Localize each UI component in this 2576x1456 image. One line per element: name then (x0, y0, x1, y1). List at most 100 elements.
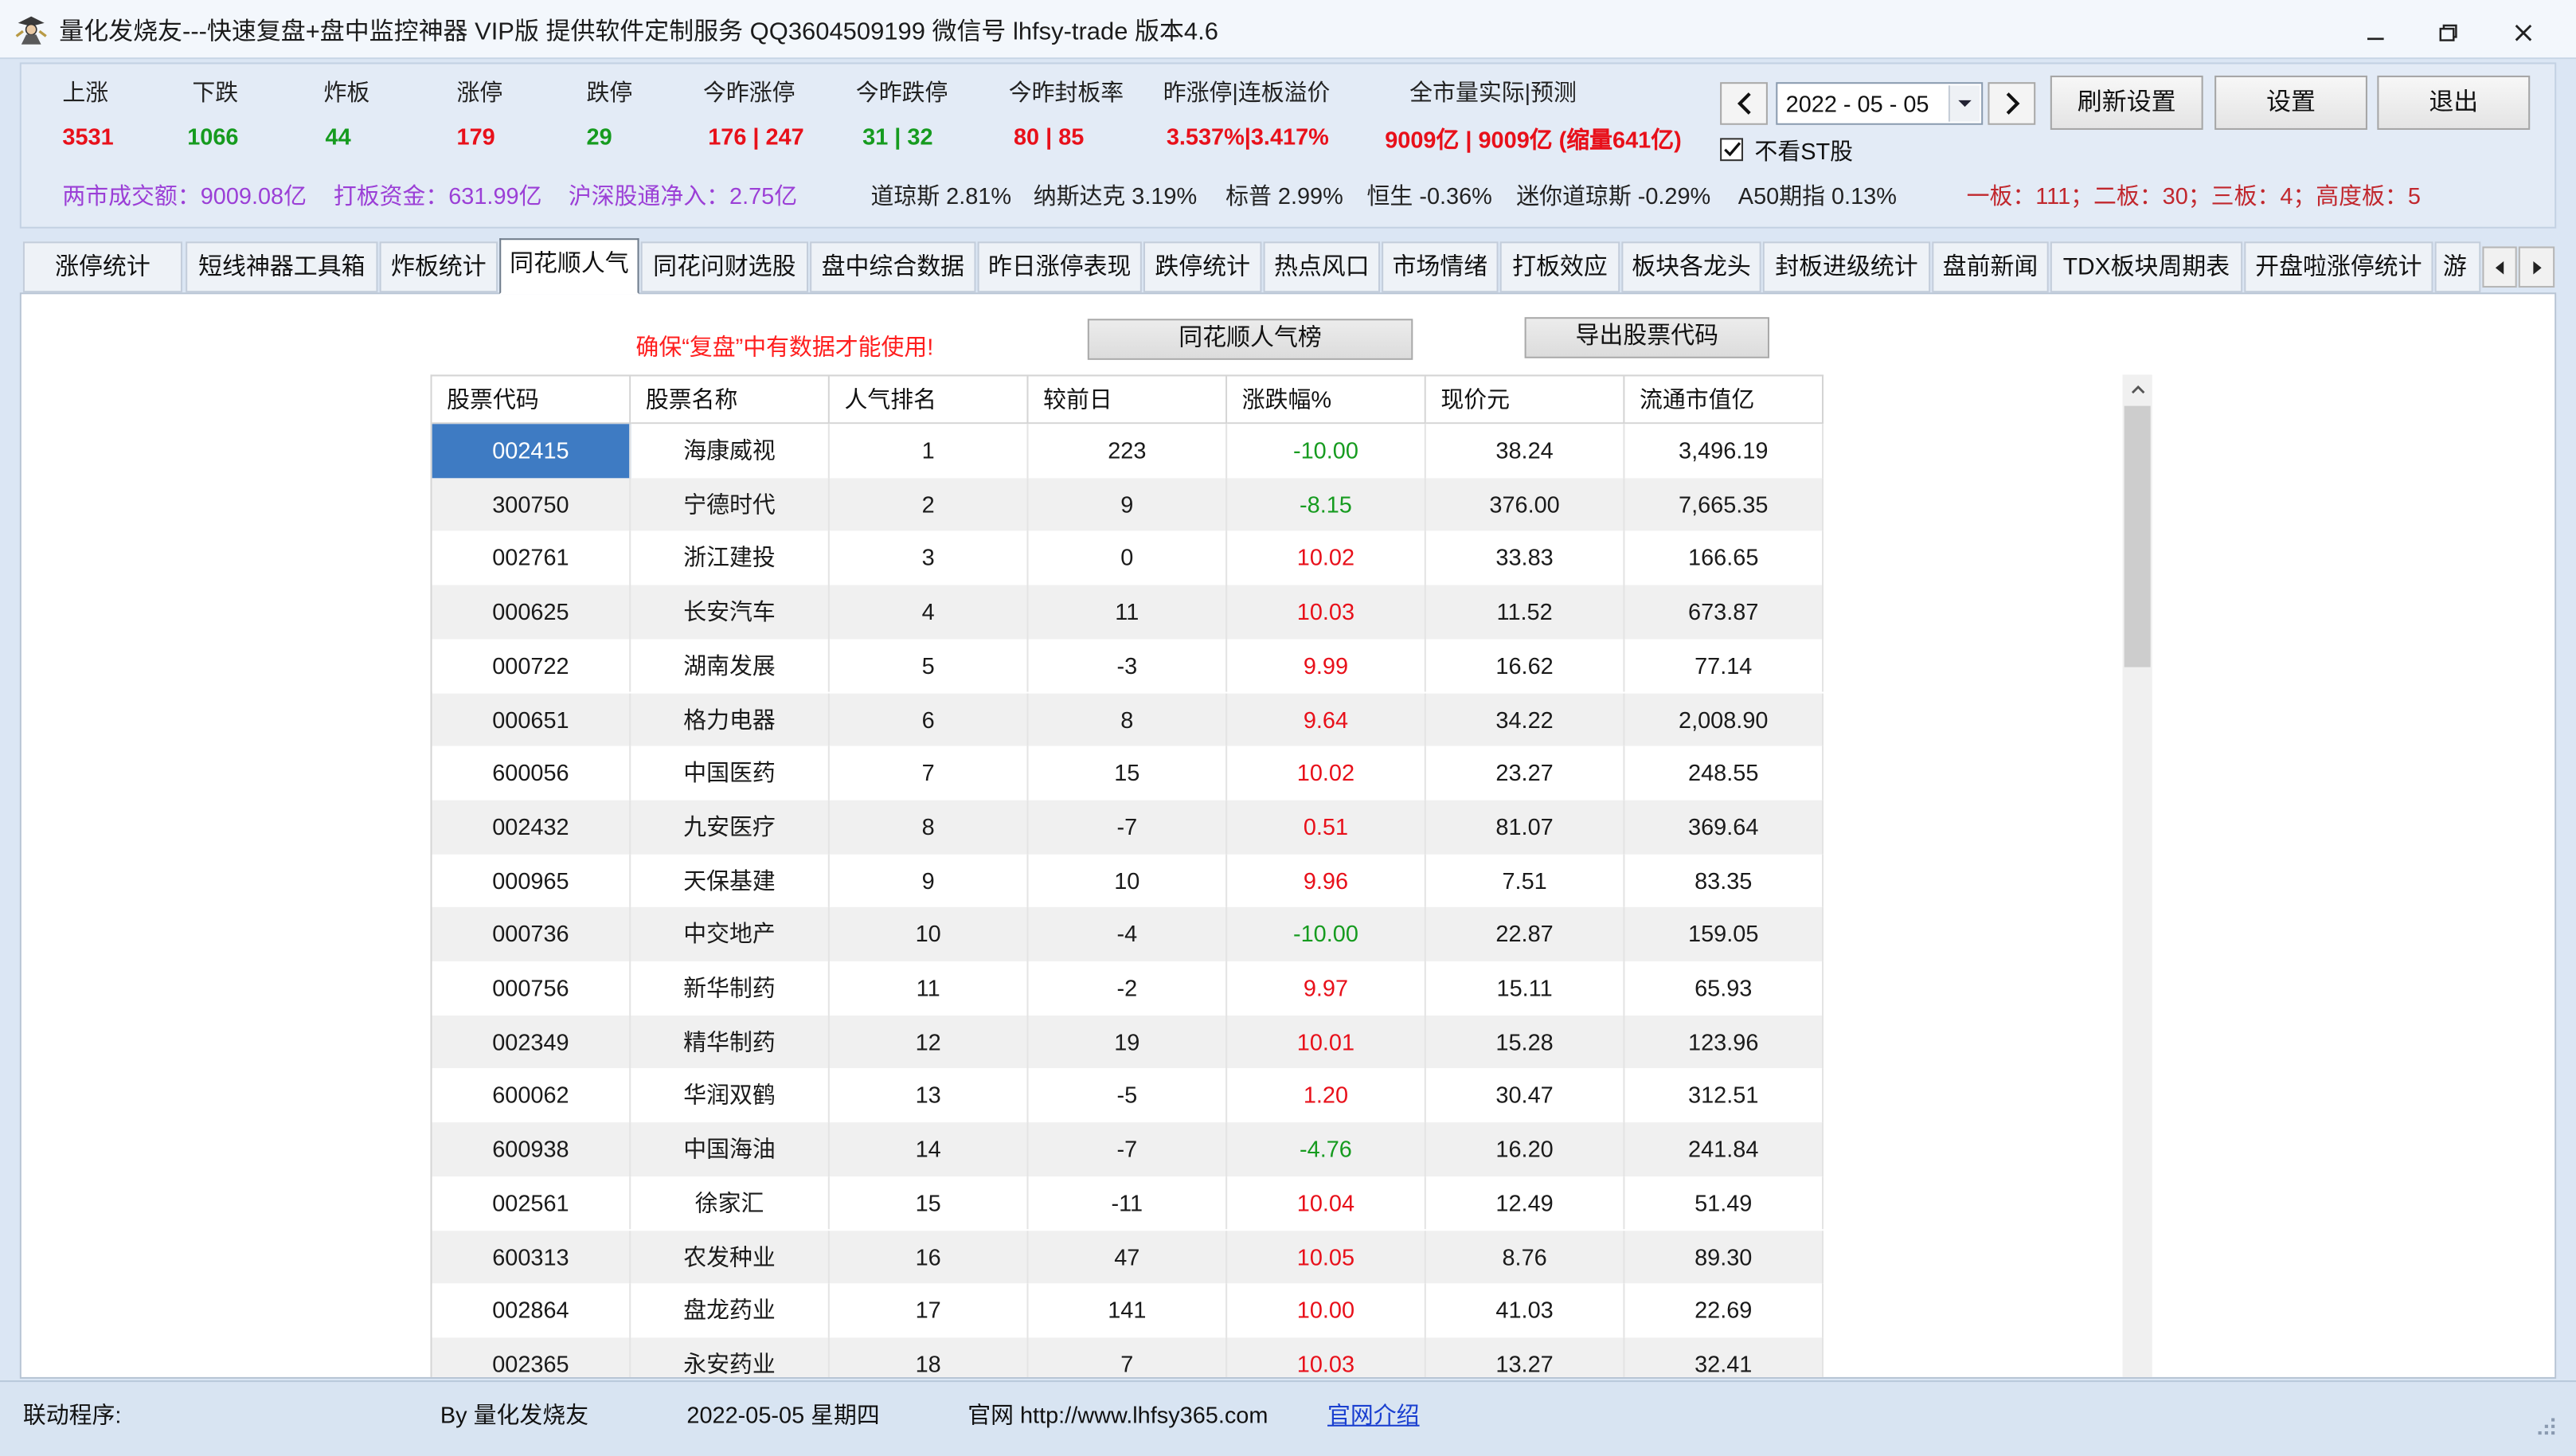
prev-date-button[interactable] (1720, 82, 1768, 125)
pct-change-cell[interactable]: 10.02 (1227, 746, 1426, 800)
stock-name-cell[interactable]: 中国医药 (631, 746, 830, 800)
rank-change-cell[interactable]: 19 (1029, 1015, 1228, 1069)
date-dropdown-button[interactable] (1948, 85, 1980, 122)
stock-name-cell[interactable]: 湖南发展 (631, 639, 830, 693)
stock-name-cell[interactable]: 精华制药 (631, 1015, 830, 1069)
price-cell[interactable]: 41.03 (1426, 1283, 1625, 1338)
pct-change-cell[interactable]: 10.04 (1227, 1176, 1426, 1231)
float-cap-cell[interactable]: 312.51 (1624, 1068, 1824, 1123)
table-row[interactable]: 000736 中交地产 10 -4 -10.00 22.87 159.05 (432, 907, 1824, 961)
column-header-code[interactable]: 股票代码 (432, 376, 631, 425)
table-row[interactable]: 000756 新华制药 11 -2 9.97 15.11 65.93 (432, 961, 1824, 1016)
table-row[interactable]: 600313 农发种业 16 47 10.05 8.76 89.30 (432, 1230, 1824, 1284)
pct-change-cell[interactable]: -4.76 (1227, 1122, 1426, 1176)
price-cell[interactable]: 15.28 (1426, 1015, 1625, 1069)
tab-premarket-news[interactable]: 盘前新闻 (1932, 241, 2049, 293)
stock-name-cell[interactable]: 宁德时代 (631, 477, 830, 532)
price-cell[interactable]: 22.87 (1426, 907, 1625, 961)
popularity-rank-cell[interactable]: 18 (830, 1337, 1029, 1377)
table-row[interactable]: 600938 中国海油 14 -7 -4.76 16.20 241.84 (432, 1122, 1824, 1176)
rank-change-cell[interactable]: 223 (1029, 424, 1228, 478)
float-cap-cell[interactable]: 65.93 (1624, 961, 1824, 1016)
price-cell[interactable]: 16.20 (1426, 1122, 1625, 1176)
float-cap-cell[interactable]: 89.30 (1624, 1230, 1824, 1284)
stock-name-cell[interactable]: 永安药业 (631, 1337, 830, 1377)
stock-name-cell[interactable]: 华润双鹤 (631, 1068, 830, 1123)
rank-change-cell[interactable]: 10 (1029, 853, 1228, 908)
float-cap-cell[interactable]: 673.87 (1624, 585, 1824, 640)
float-cap-cell[interactable]: 32.41 (1624, 1337, 1824, 1377)
exit-button[interactable]: 退出 (2377, 75, 2531, 130)
stock-name-cell[interactable]: 海康威视 (631, 424, 830, 478)
tab-limit-up-stats[interactable]: 涨停统计 (22, 241, 183, 293)
price-cell[interactable]: 38.24 (1426, 424, 1625, 478)
column-header-price[interactable]: 现价元 (1425, 376, 1625, 425)
stock-name-cell[interactable]: 农发种业 (631, 1230, 830, 1284)
float-cap-cell[interactable]: 77.14 (1624, 639, 1824, 693)
date-picker[interactable]: 2022 - 05 - 05 (1776, 82, 1984, 125)
float-cap-cell[interactable]: 7,665.35 (1624, 477, 1824, 532)
price-cell[interactable]: 30.47 (1426, 1068, 1625, 1123)
float-cap-cell[interactable]: 241.84 (1624, 1122, 1824, 1176)
price-cell[interactable]: 34.22 (1426, 692, 1625, 747)
stock-name-cell[interactable]: 新华制药 (631, 961, 830, 1016)
rank-change-cell[interactable]: -7 (1029, 800, 1228, 854)
column-header-name[interactable]: 股票名称 (631, 376, 830, 425)
pct-change-cell[interactable]: 10.03 (1227, 1337, 1426, 1377)
stock-code-cell[interactable]: 000625 (432, 585, 631, 640)
price-cell[interactable]: 81.07 (1426, 800, 1625, 854)
popularity-rank-cell[interactable]: 7 (830, 746, 1029, 800)
maximize-button[interactable] (2426, 15, 2469, 51)
float-cap-cell[interactable]: 123.96 (1624, 1015, 1824, 1069)
stock-code-cell[interactable]: 002415 (432, 424, 631, 478)
popularity-rank-cell[interactable]: 6 (830, 692, 1029, 747)
stock-name-cell[interactable]: 长安汽车 (631, 585, 830, 640)
column-header-float-cap[interactable]: 流通市值亿 (1624, 376, 1824, 425)
tab-wencai-picker[interactable]: 同花问财选股 (640, 241, 809, 293)
resize-grip[interactable] (2533, 1413, 2556, 1436)
pct-change-cell[interactable]: -10.00 (1227, 424, 1426, 478)
stock-name-cell[interactable]: 格力电器 (631, 692, 830, 747)
popularity-rank-cell[interactable]: 4 (830, 585, 1029, 640)
pct-change-cell[interactable]: -10.00 (1227, 907, 1426, 961)
pct-change-cell[interactable]: 10.03 (1227, 585, 1426, 640)
popularity-rank-cell[interactable]: 8 (830, 800, 1029, 854)
stock-code-cell[interactable]: 600062 (432, 1068, 631, 1123)
popularity-table[interactable]: 股票代码 股票名称 人气排名 较前日 涨跌幅% 现价元 流通市值亿 002415… (430, 374, 1824, 1377)
minimize-button[interactable] (2354, 15, 2397, 51)
rank-change-cell[interactable]: 141 (1029, 1283, 1228, 1338)
price-cell[interactable]: 13.27 (1426, 1337, 1625, 1377)
stock-code-cell[interactable]: 000965 (432, 853, 631, 908)
pct-change-cell[interactable]: 10.00 (1227, 1283, 1426, 1338)
tab-sector-leaders[interactable]: 板块各龙头 (1621, 241, 1761, 293)
table-row[interactable]: 002365 永安药业 18 7 10.03 13.27 32.41 (432, 1337, 1824, 1377)
stock-name-cell[interactable]: 中交地产 (631, 907, 830, 961)
price-cell[interactable]: 15.11 (1426, 961, 1625, 1016)
tab-intraday-data[interactable]: 盘中综合数据 (810, 241, 976, 293)
stock-code-cell[interactable]: 300750 (432, 477, 631, 532)
float-cap-cell[interactable]: 248.55 (1624, 746, 1824, 800)
table-row[interactable]: 300750 宁德时代 2 9 -8.15 376.00 7,665.35 (432, 477, 1824, 532)
tab-board-effect[interactable]: 打板效应 (1499, 241, 1620, 293)
table-row[interactable]: 002561 徐家汇 15 -11 10.04 12.49 51.49 (432, 1176, 1824, 1231)
price-cell[interactable]: 11.52 (1426, 585, 1625, 640)
tab-tdx-sector-cycle[interactable]: TDX板块周期表 (2050, 241, 2243, 293)
stock-code-cell[interactable]: 600938 (432, 1122, 631, 1176)
rank-change-cell[interactable]: 7 (1029, 1337, 1228, 1377)
stock-code-cell[interactable]: 600056 (432, 746, 631, 800)
rank-change-cell[interactable]: 11 (1029, 585, 1228, 640)
float-cap-cell[interactable]: 2,008.90 (1624, 692, 1824, 747)
rank-change-cell[interactable]: 15 (1029, 746, 1228, 800)
stock-name-cell[interactable]: 九安医疗 (631, 800, 830, 854)
float-cap-cell[interactable]: 369.64 (1624, 800, 1824, 854)
scroll-thumb[interactable] (2124, 405, 2151, 667)
price-cell[interactable]: 12.49 (1426, 1176, 1625, 1231)
price-cell[interactable]: 33.83 (1426, 531, 1625, 585)
float-cap-cell[interactable]: 3,496.19 (1624, 424, 1824, 478)
pct-change-cell[interactable]: 10.02 (1227, 531, 1426, 585)
tab-market-sentiment[interactable]: 市场情绪 (1382, 241, 1499, 293)
tab-hot-topics[interactable]: 热点风口 (1263, 241, 1381, 293)
pct-change-cell[interactable]: -8.15 (1227, 477, 1426, 532)
next-date-button[interactable] (1988, 82, 2036, 125)
tab-kaipanla-limit-up[interactable]: 开盘啦涨停统计 (2244, 241, 2433, 293)
